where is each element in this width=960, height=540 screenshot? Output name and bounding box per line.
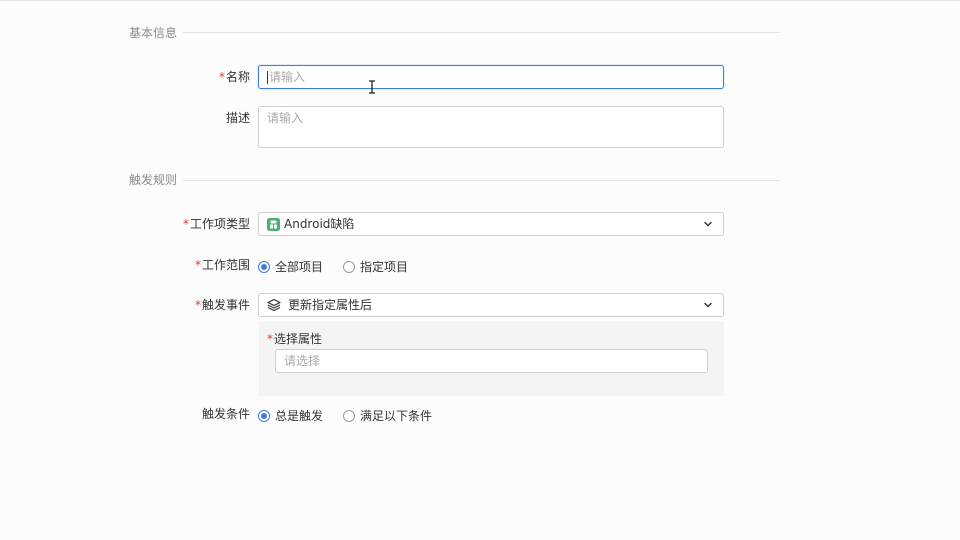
select-attribute-input[interactable]: 请选择 — [275, 349, 708, 373]
required-mark: * — [194, 298, 201, 312]
name-input-placeholder: 请输入 — [269, 70, 306, 84]
radio-checked[interactable] — [258, 409, 270, 422]
section-title-trigger-rules: 触发规则 — [129, 173, 178, 187]
section-divider-basic-info — [183, 32, 780, 33]
description-textarea[interactable]: 请输入 — [258, 106, 724, 148]
chevron-down-icon[interactable] — [702, 299, 714, 311]
required-mark: * — [194, 258, 201, 272]
work-scope-radio-group: 全部项目 指定项目 — [258, 258, 428, 275]
trigger-condition-option-always[interactable]: 总是触发 — [258, 407, 323, 424]
trigger-event-select[interactable]: 更新指定属性后 — [258, 293, 724, 317]
layers-icon — [267, 298, 281, 312]
section-divider-trigger-rules — [183, 180, 780, 181]
trigger-condition-option-conditions[interactable]: 满足以下条件 — [343, 407, 432, 424]
select-attribute-label: *选择属性 — [267, 332, 323, 346]
trigger-condition-label: 触发条件 — [201, 407, 250, 421]
radio-unchecked[interactable] — [343, 260, 356, 273]
required-mark: * — [182, 217, 189, 231]
work-scope-option-all[interactable]: 全部项目 — [258, 258, 323, 275]
radio-unchecked[interactable] — [343, 409, 356, 422]
work-item-type-value: Android缺陷 — [284, 217, 355, 231]
required-mark: * — [267, 332, 273, 346]
chevron-down-icon[interactable] — [702, 218, 714, 230]
select-attribute-placeholder: 请选择 — [284, 354, 321, 368]
trigger-condition-radio-group: 总是触发 满足以下条件 — [258, 407, 452, 424]
top-divider — [0, 0, 960, 1]
required-mark: * — [218, 70, 225, 84]
text-caret — [267, 71, 268, 84]
work-item-type-select[interactable]: Android缺陷 — [258, 212, 724, 236]
description-placeholder: 请输入 — [267, 111, 304, 125]
name-label: *名称 — [218, 70, 250, 84]
section-title-basic-info: 基本信息 — [129, 26, 178, 40]
trigger-event-value: 更新指定属性后 — [288, 298, 373, 312]
name-input[interactable]: 请输入 — [258, 65, 724, 89]
work-scope-option-specified[interactable]: 指定项目 — [343, 258, 408, 275]
work-scope-label: *工作范围 — [194, 258, 250, 272]
text-cursor-icon — [369, 80, 375, 94]
work-item-type-label: *工作项类型 — [182, 217, 250, 231]
trigger-event-label: *触发事件 — [194, 298, 250, 312]
radio-checked[interactable] — [258, 260, 270, 273]
trigger-event-config-panel: *选择属性 请选择 — [259, 321, 724, 396]
description-label: 描述 — [225, 111, 250, 125]
android-icon — [267, 217, 280, 231]
